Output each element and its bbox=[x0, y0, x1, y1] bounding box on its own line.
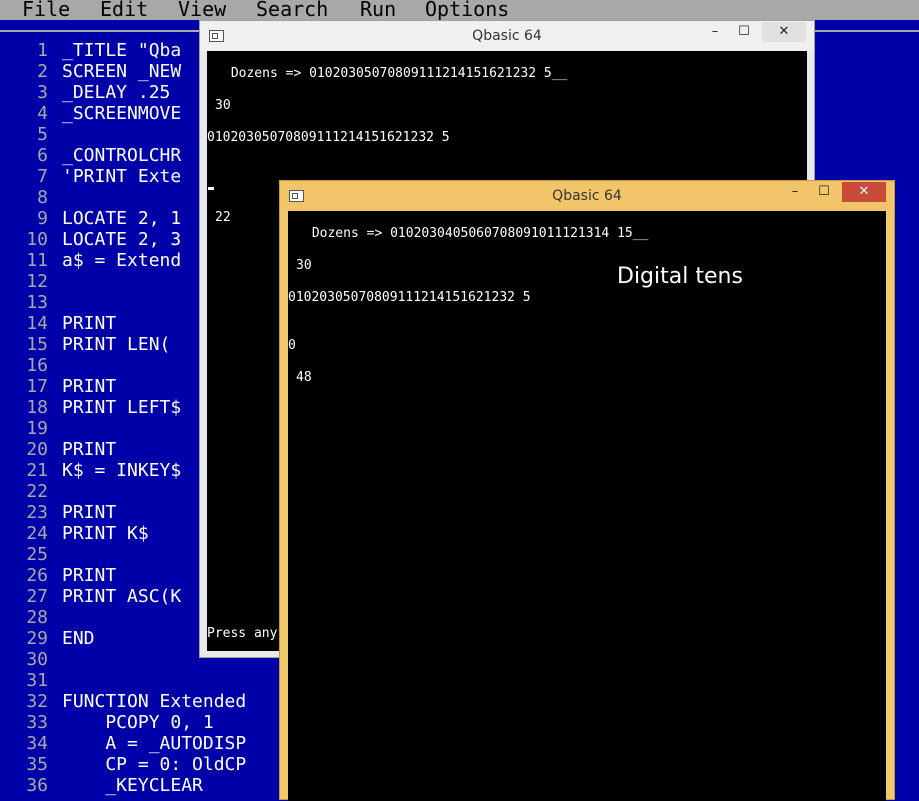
line-number: 16 bbox=[26, 355, 48, 376]
line-number: 25 bbox=[26, 544, 48, 565]
line-number: 20 bbox=[26, 439, 48, 460]
maximize-button[interactable]: ☐ bbox=[810, 182, 838, 202]
menu-file[interactable]: File bbox=[22, 0, 70, 21]
line-number: 32 bbox=[26, 691, 48, 712]
line-number: 8 bbox=[37, 187, 48, 208]
menu-view[interactable]: View bbox=[178, 0, 226, 21]
console-line: 48 bbox=[296, 370, 312, 385]
code-text[interactable]: PRINT bbox=[62, 502, 116, 523]
line-number: 13 bbox=[26, 292, 48, 313]
line-number: 27 bbox=[26, 586, 48, 607]
code-text[interactable]: _CONTROLCHR bbox=[62, 145, 181, 166]
caption-digital-tens: Digital tens bbox=[617, 264, 743, 289]
line-number: 31 bbox=[26, 670, 48, 691]
code-text[interactable]: 'PRINT Exte bbox=[62, 166, 181, 187]
line-number: 26 bbox=[26, 565, 48, 586]
code-text[interactable]: PRINT bbox=[62, 376, 116, 397]
console-line: 01020305070809111214151621232 5 bbox=[207, 130, 450, 145]
code-text[interactable]: _KEYCLEAR bbox=[62, 775, 203, 796]
line-number: 3 bbox=[37, 82, 48, 103]
code-text[interactable]: _TITLE "Qba bbox=[62, 40, 181, 61]
line-number: 23 bbox=[26, 502, 48, 523]
console-line: 01020305070809111214151621232 5 bbox=[288, 290, 531, 305]
line-number: 9 bbox=[37, 208, 48, 229]
line-number: 29 bbox=[26, 628, 48, 649]
console-line: 30 bbox=[215, 98, 231, 113]
code-text[interactable]: PRINT K$ bbox=[62, 523, 149, 544]
text-cursor bbox=[208, 187, 214, 190]
line-number: 30 bbox=[26, 649, 48, 670]
qbasic-window-front[interactable]: Qbasic 64 – ☐ ✕ Dozens => 01020304050607… bbox=[279, 180, 895, 801]
code-text[interactable]: PRINT ASC(K bbox=[62, 586, 181, 607]
line-number: 15 bbox=[26, 334, 48, 355]
line-number: 7 bbox=[37, 166, 48, 187]
code-text[interactable]: K$ = INKEY$ bbox=[62, 460, 181, 481]
minimize-button[interactable]: – bbox=[780, 182, 810, 202]
title-bar[interactable]: Qbasic 64 – ☐ ✕ bbox=[280, 181, 894, 211]
line-number: 34 bbox=[26, 733, 48, 754]
line-number: 24 bbox=[26, 523, 48, 544]
line-number: 21 bbox=[26, 460, 48, 481]
line-number: 4 bbox=[37, 103, 48, 124]
line-number: 19 bbox=[26, 418, 48, 439]
ide-menu-bar: File Edit View Search Run Options bbox=[0, 0, 919, 21]
code-text[interactable]: PRINT bbox=[62, 313, 116, 334]
console-line: 22 bbox=[215, 210, 231, 225]
line-number: 36 bbox=[26, 775, 48, 796]
line-number: 11 bbox=[26, 250, 48, 271]
console-line: 0 bbox=[288, 338, 296, 353]
line-number: 28 bbox=[26, 607, 48, 628]
console-line: Dozens => 01020305070809111214151621232 … bbox=[223, 66, 568, 81]
menu-search[interactable]: Search bbox=[256, 0, 328, 21]
line-number: 5 bbox=[37, 124, 48, 145]
code-text[interactable]: PCOPY 0, 1 bbox=[62, 712, 213, 733]
code-text[interactable]: SCREEN _NEW bbox=[62, 61, 181, 82]
line-number: 33 bbox=[26, 712, 48, 733]
code-text[interactable]: FUNCTION Extended bbox=[62, 691, 246, 712]
code-text[interactable]: a$ = Extend bbox=[62, 250, 181, 271]
code-text[interactable]: PRINT bbox=[62, 439, 116, 460]
code-text[interactable]: A = _AUTODISP bbox=[62, 733, 246, 754]
menu-options[interactable]: Options bbox=[425, 0, 509, 21]
line-number: 18 bbox=[26, 397, 48, 418]
console-output: Dozens => 0102030405060708091011121314 1… bbox=[288, 211, 886, 801]
line-number: 6 bbox=[37, 145, 48, 166]
code-text[interactable]: PRINT bbox=[62, 565, 116, 586]
code-text[interactable]: _DELAY .25 bbox=[62, 82, 170, 103]
console-line: 30 bbox=[296, 258, 312, 273]
close-button[interactable]: ✕ bbox=[762, 22, 806, 42]
minimize-button[interactable]: – bbox=[700, 22, 730, 42]
line-number: 35 bbox=[26, 754, 48, 775]
line-number: 17 bbox=[26, 376, 48, 397]
code-text[interactable]: END bbox=[62, 628, 95, 649]
menu-edit[interactable]: Edit bbox=[100, 0, 148, 21]
line-number: 2 bbox=[37, 61, 48, 82]
line-number: 1 bbox=[37, 40, 48, 61]
menu-run[interactable]: Run bbox=[360, 0, 396, 21]
code-text[interactable]: CP = 0: OldCP bbox=[62, 754, 246, 775]
line-number: 12 bbox=[26, 271, 48, 292]
line-number: 10 bbox=[26, 229, 48, 250]
line-number: 14 bbox=[26, 313, 48, 334]
title-bar[interactable]: Qbasic 64 – ☐ ✕ bbox=[200, 21, 814, 51]
line-number: 22 bbox=[26, 481, 48, 502]
console-line: Dozens => 0102030405060708091011121314 1… bbox=[304, 226, 649, 241]
console-line: Press any bbox=[207, 626, 278, 641]
close-button[interactable]: ✕ bbox=[842, 182, 886, 202]
code-text[interactable]: LOCATE 2, 3 bbox=[62, 229, 181, 250]
code-text[interactable]: PRINT LEN( bbox=[62, 334, 170, 355]
code-text[interactable]: LOCATE 2, 1 bbox=[62, 208, 181, 229]
maximize-button[interactable]: ☐ bbox=[730, 22, 758, 42]
code-text[interactable]: PRINT LEFT$ bbox=[62, 397, 181, 418]
code-text[interactable]: _SCREENMOVE bbox=[62, 103, 181, 124]
